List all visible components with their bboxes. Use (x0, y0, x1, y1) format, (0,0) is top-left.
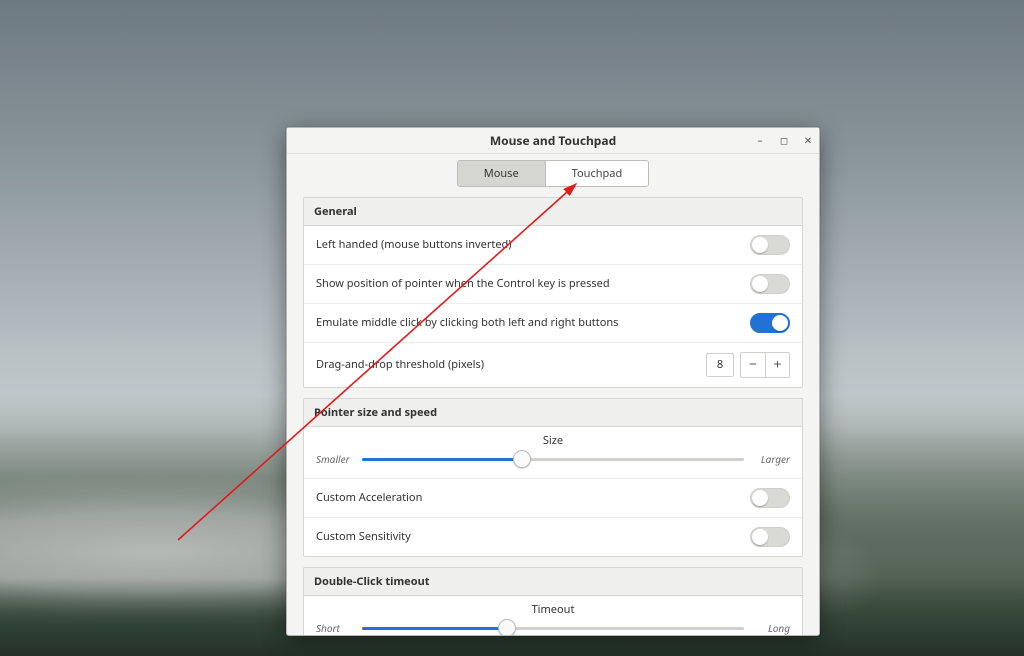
slider-timeout-block: Timeout Short Long (304, 596, 802, 635)
content: General Left handed (mouse buttons inver… (287, 197, 819, 635)
toggle-middle-click[interactable] (750, 313, 790, 333)
window-title: Mouse and Touchpad (490, 132, 616, 149)
tab-mouse[interactable]: Mouse (458, 161, 545, 186)
titlebar: Mouse and Touchpad – ◻ ✕ (287, 128, 819, 154)
toggle-custom-accel[interactable] (750, 488, 790, 508)
timeout-slider-thumb[interactable] (498, 619, 516, 635)
timeout-long-label: Long (752, 621, 790, 635)
size-slider-thumb[interactable] (513, 450, 531, 468)
section-pointer: Pointer size and speed Size Smaller Larg… (303, 398, 803, 557)
toggle-custom-sens[interactable] (750, 527, 790, 547)
row-custom-sens: Custom Sensitivity (304, 518, 802, 556)
tab-bar: Mouse Touchpad (287, 154, 819, 197)
row-middle-click: Emulate middle click by clicking both le… (304, 304, 802, 343)
size-smaller-label: Smaller (316, 452, 354, 466)
label-custom-accel: Custom Acceleration (316, 490, 750, 505)
row-drag-threshold: Drag-and-drop threshold (pixels) 8 − + (304, 343, 802, 387)
drag-threshold-value[interactable]: 8 (706, 353, 734, 377)
drag-threshold-increase-button[interactable]: + (765, 353, 789, 377)
tab-touchpad[interactable]: Touchpad (545, 161, 649, 186)
section-doubleclick: Double-Click timeout Timeout Short Long … (303, 567, 803, 635)
row-show-pointer: Show position of pointer when the Contro… (304, 265, 802, 304)
size-caption: Size (316, 433, 790, 448)
tabs: Mouse Touchpad (457, 160, 649, 187)
size-slider[interactable] (362, 450, 744, 468)
section-header-general: General (304, 198, 802, 226)
settings-window: Mouse and Touchpad – ◻ ✕ Mouse Touchpad … (286, 127, 820, 636)
drag-threshold-decrease-button[interactable]: − (741, 353, 765, 377)
window-controls: – ◻ ✕ (755, 128, 813, 153)
section-general: General Left handed (mouse buttons inver… (303, 197, 803, 388)
section-header-pointer: Pointer size and speed (304, 399, 802, 427)
row-custom-accel: Custom Acceleration (304, 479, 802, 518)
maximize-icon[interactable]: ◻ (779, 133, 789, 147)
toggle-show-pointer[interactable] (750, 274, 790, 294)
stepper-drag-threshold: 8 − + (706, 352, 790, 378)
minimize-icon[interactable]: – (755, 133, 765, 147)
timeout-caption: Timeout (316, 602, 790, 617)
slider-size-block: Size Smaller Larger (304, 427, 802, 479)
label-middle-click: Emulate middle click by clicking both le… (316, 315, 750, 330)
timeout-short-label: Short (316, 621, 354, 635)
label-drag-threshold: Drag-and-drop threshold (pixels) (316, 357, 706, 372)
timeout-slider[interactable] (362, 619, 744, 635)
label-left-handed: Left handed (mouse buttons inverted) (316, 237, 750, 252)
toggle-left-handed[interactable] (750, 235, 790, 255)
label-custom-sens: Custom Sensitivity (316, 529, 750, 544)
row-left-handed: Left handed (mouse buttons inverted) (304, 226, 802, 265)
size-larger-label: Larger (752, 452, 790, 466)
label-show-pointer: Show position of pointer when the Contro… (316, 276, 750, 291)
section-header-doubleclick: Double-Click timeout (304, 568, 802, 596)
close-icon[interactable]: ✕ (803, 133, 813, 147)
